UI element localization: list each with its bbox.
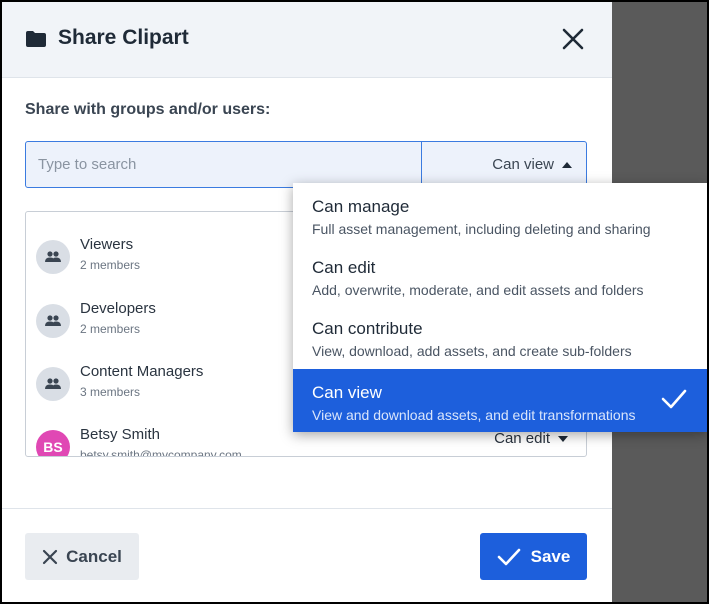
member-name: Viewers: [80, 236, 134, 253]
cancel-label: Cancel: [66, 546, 122, 566]
member-subtitle: 3 members: [80, 385, 141, 399]
avatar: [36, 304, 70, 338]
avatar: BS: [36, 430, 70, 456]
member-name: Developers: [80, 300, 156, 317]
member-name: Betsy Smith: [80, 426, 161, 443]
menu-item-can-view[interactable]: Can view View and download assets, and e…: [293, 369, 707, 432]
member-name: Content Managers: [80, 363, 204, 380]
close-button[interactable]: [558, 24, 588, 54]
dialog-header: Share Clipart: [0, 0, 612, 78]
cancel-button[interactable]: Cancel: [25, 533, 139, 580]
share-section-label: Share with groups and/or users:: [25, 101, 271, 118]
group-icon: [45, 378, 61, 389]
group-icon: [45, 251, 61, 262]
menu-item-description: View, download, add assets, and create s…: [312, 343, 632, 359]
caret-down-icon: [558, 435, 568, 442]
menu-item-can-manage[interactable]: Can manage Full asset management, includ…: [293, 183, 707, 244]
x-icon: [43, 549, 58, 564]
avatar: [36, 367, 70, 401]
member-email: betsy.smith@mycompany.com: [80, 448, 242, 457]
member-permission-select[interactable]: Can edit: [494, 430, 568, 447]
menu-item-title: Can view: [312, 383, 382, 402]
menu-item-can-contribute[interactable]: Can contribute View, download, add asset…: [293, 305, 707, 366]
permission-select-value: Can view: [492, 156, 554, 173]
permission-menu: Can manage Full asset management, includ…: [293, 183, 707, 432]
menu-item-title: Can contribute: [312, 319, 423, 338]
menu-item-can-edit[interactable]: Can edit Add, overwrite, moderate, and e…: [293, 244, 707, 305]
avatar: [36, 240, 70, 274]
member-subtitle: 2 members: [80, 258, 141, 272]
footer-divider: [0, 508, 612, 509]
close-icon: [562, 28, 584, 50]
checkmark-icon: [661, 389, 687, 409]
save-label: Save: [530, 546, 571, 566]
member-subtitle: 2 members: [80, 322, 141, 336]
group-icon: [45, 315, 61, 326]
caret-up-icon: [562, 161, 572, 168]
menu-item-description: View and download assets, and edit trans…: [312, 407, 636, 423]
permission-select[interactable]: Can view: [421, 142, 586, 187]
share-search-row: Can view: [25, 141, 587, 188]
checkmark-icon: [497, 548, 520, 565]
menu-item-description: Add, overwrite, moderate, and edit asset…: [312, 282, 644, 298]
menu-item-title: Can manage: [312, 197, 410, 216]
search-input[interactable]: [26, 142, 421, 187]
menu-item-title: Can edit: [312, 258, 376, 277]
member-permission-value: Can edit: [494, 430, 550, 447]
folder-icon: [26, 31, 46, 47]
dialog-title: Share Clipart: [58, 26, 189, 49]
save-button[interactable]: Save: [480, 533, 587, 580]
menu-item-description: Full asset management, including deletin…: [312, 221, 651, 237]
